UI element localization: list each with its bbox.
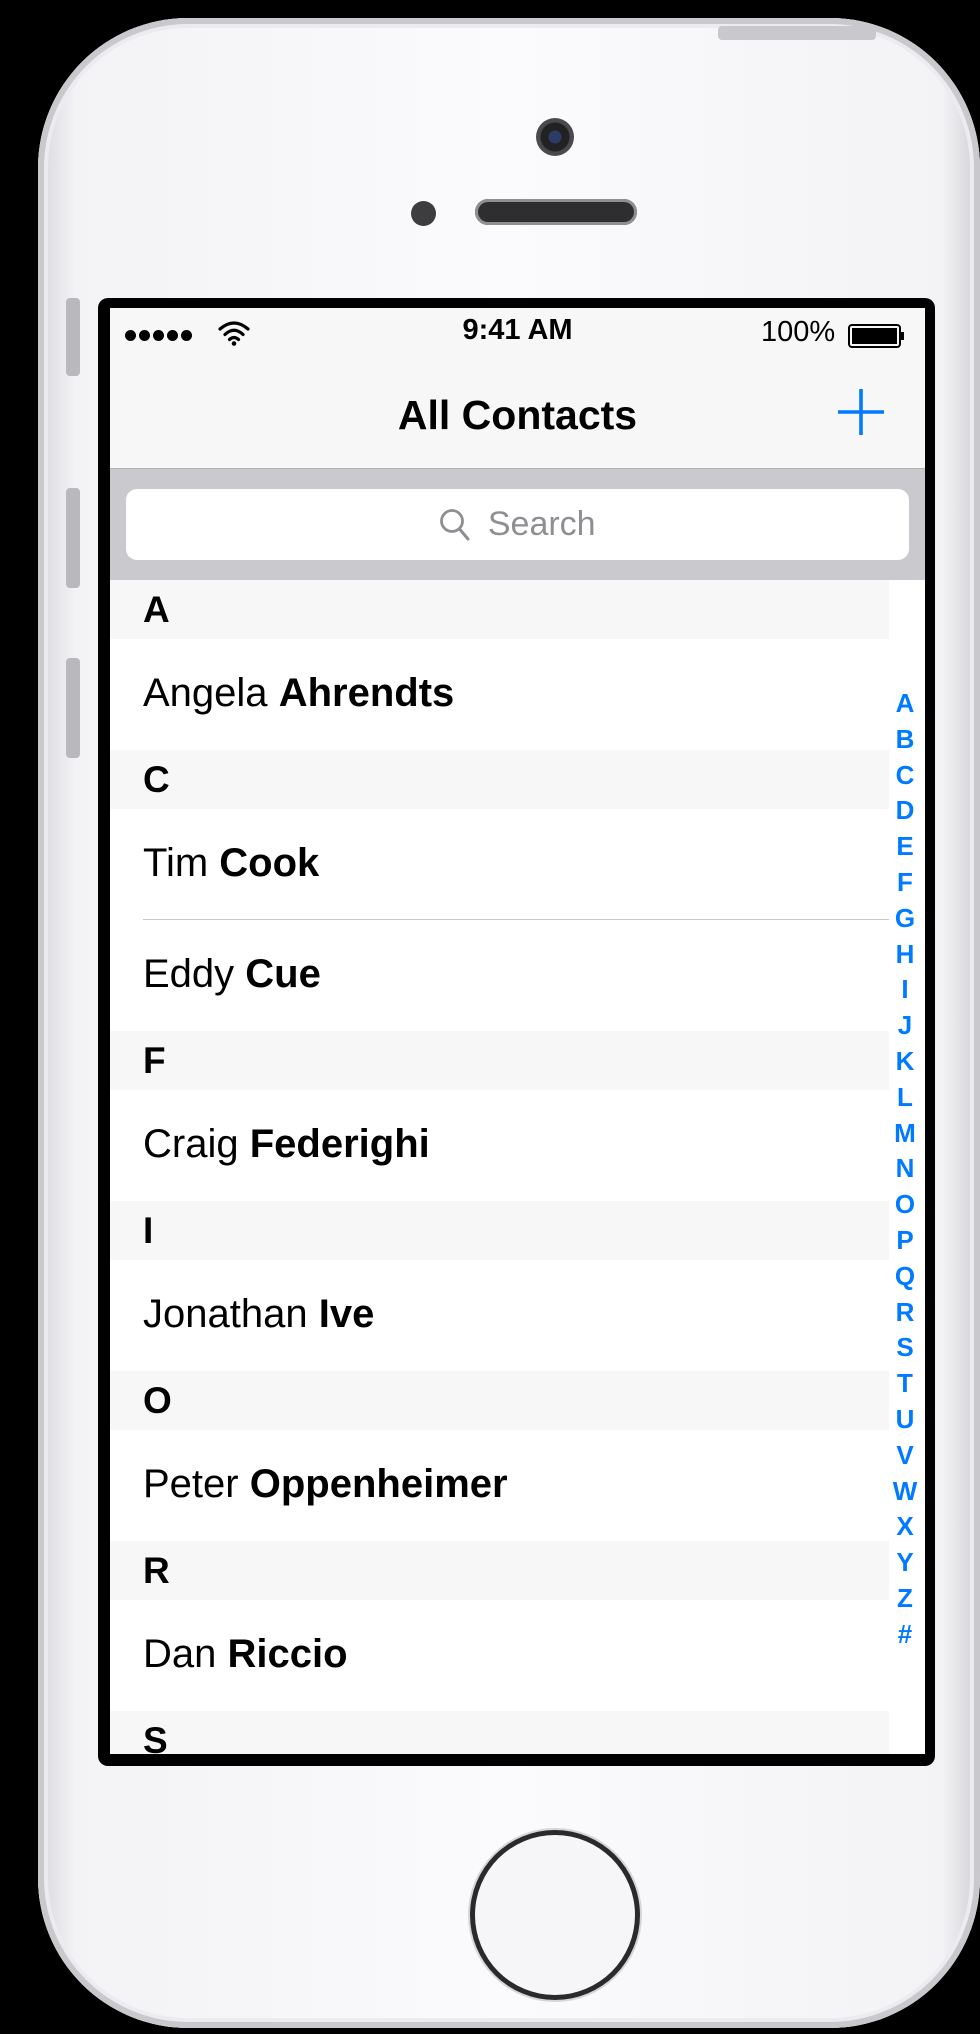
- contact-last-name: Riccio: [227, 1632, 348, 1676]
- contact-first-name: Angela: [143, 671, 268, 715]
- index-letter[interactable]: S: [896, 1330, 913, 1366]
- volume-down-button: [66, 658, 80, 758]
- contact-first-name: Craig: [143, 1122, 239, 1166]
- section-header: S: [110, 1711, 889, 1754]
- page-title: All Contacts: [397, 392, 638, 438]
- section-header: F: [110, 1031, 889, 1090]
- search-input[interactable]: Search: [126, 489, 909, 560]
- index-letter[interactable]: I: [901, 972, 908, 1008]
- front-camera: [536, 118, 574, 156]
- contact-last-name: Oppenheimer: [249, 1462, 508, 1506]
- index-letter[interactable]: V: [896, 1438, 913, 1474]
- contact-row[interactable]: Tim Cook: [110, 809, 925, 920]
- contact-name: Angela Ahrendts: [143, 671, 454, 716]
- index-letter[interactable]: F: [897, 865, 913, 901]
- index-letter[interactable]: Y: [896, 1545, 913, 1581]
- search-bar: Search: [110, 469, 925, 580]
- power-button: [718, 26, 876, 40]
- index-letter[interactable]: B: [896, 722, 915, 758]
- volume-up-button: [66, 488, 80, 588]
- navigation-bar: All Contacts: [110, 358, 925, 469]
- mute-switch: [66, 298, 80, 376]
- index-letter[interactable]: P: [896, 1223, 913, 1259]
- section-index[interactable]: A B C D E F G H I J K L M N O P Q R S T U V W X Y Z #: [887, 686, 923, 1653]
- contact-name: Peter Oppenheimer: [143, 1462, 508, 1507]
- section-header: A: [110, 580, 889, 639]
- battery-percent: 100%: [761, 316, 836, 348]
- section-header-letter: R: [143, 1550, 170, 1591]
- contact-first-name: Tim: [143, 841, 209, 885]
- index-letter[interactable]: R: [896, 1295, 915, 1331]
- contact-last-name: Ive: [318, 1292, 375, 1336]
- contact-name: Craig Federighi: [143, 1122, 430, 1167]
- index-letter[interactable]: W: [893, 1474, 918, 1510]
- section-header-letter: I: [143, 1210, 154, 1251]
- index-letter[interactable]: Q: [895, 1259, 915, 1295]
- index-letter[interactable]: H: [896, 937, 915, 973]
- index-letter[interactable]: Z: [897, 1581, 913, 1617]
- index-letter[interactable]: J: [898, 1008, 912, 1044]
- proximity-sensor: [411, 201, 436, 226]
- index-letter[interactable]: L: [897, 1080, 913, 1116]
- contact-row[interactable]: Peter Oppenheimer: [110, 1430, 925, 1541]
- contact-row[interactable]: Dan Riccio: [110, 1600, 925, 1711]
- display: 9:41 AM 100% All Contacts Search A Angela…: [110, 308, 925, 1754]
- index-letter[interactable]: K: [896, 1044, 915, 1080]
- section-header: I: [110, 1201, 889, 1260]
- contact-first-name: Dan: [143, 1632, 217, 1676]
- index-letter[interactable]: C: [896, 758, 915, 794]
- contact-first-name: Jonathan: [143, 1292, 308, 1336]
- contact-row[interactable]: Jonathan Ive: [110, 1260, 925, 1371]
- index-letter[interactable]: E: [896, 829, 913, 865]
- contact-row[interactable]: Angela Ahrendts: [110, 639, 925, 750]
- search-icon: [440, 508, 470, 540]
- section-header-letter: F: [143, 1040, 166, 1081]
- plus-icon[interactable]: [835, 386, 887, 438]
- contact-name: Eddy Cue: [143, 952, 321, 997]
- section-header: C: [110, 750, 889, 809]
- index-letter[interactable]: D: [896, 793, 915, 829]
- index-letter[interactable]: A: [896, 686, 915, 722]
- section-header-letter: O: [143, 1380, 172, 1421]
- search-placeholder: Search: [487, 505, 596, 543]
- index-letter[interactable]: G: [895, 901, 915, 937]
- section-header-letter: A: [143, 589, 170, 630]
- battery-icon: [848, 324, 904, 348]
- contact-name: Jonathan Ive: [143, 1292, 374, 1337]
- index-letter[interactable]: O: [895, 1187, 915, 1223]
- section-header: O: [110, 1371, 889, 1430]
- earpiece-speaker: [475, 199, 637, 225]
- contact-last-name: Cook: [219, 841, 320, 885]
- status-bar: 9:41 AM 100%: [110, 308, 925, 358]
- contact-last-name: Cue: [245, 952, 321, 996]
- contact-last-name: Ahrendts: [278, 671, 455, 715]
- index-letter[interactable]: X: [896, 1509, 913, 1545]
- home-button[interactable]: [470, 1830, 640, 2000]
- contact-row[interactable]: Craig Federighi: [110, 1090, 925, 1201]
- index-letter[interactable]: N: [896, 1151, 915, 1187]
- index-letter[interactable]: #: [898, 1617, 912, 1653]
- contact-name: Dan Riccio: [143, 1632, 348, 1677]
- contact-first-name: Eddy: [143, 952, 235, 996]
- section-header: R: [110, 1541, 889, 1600]
- section-header-letter: S: [143, 1720, 168, 1754]
- contact-first-name: Peter: [143, 1462, 239, 1506]
- contact-last-name: Federighi: [249, 1122, 430, 1166]
- contact-list: A Angela Ahrendts C Tim Cook Eddy Cue F Craig …: [110, 580, 925, 1754]
- contact-row[interactable]: Eddy Cue: [110, 920, 925, 1031]
- index-letter[interactable]: M: [894, 1116, 916, 1152]
- index-letter[interactable]: T: [897, 1366, 913, 1402]
- contact-name: Tim Cook: [143, 841, 319, 886]
- section-header-letter: C: [143, 759, 170, 800]
- index-letter[interactable]: U: [896, 1402, 915, 1438]
